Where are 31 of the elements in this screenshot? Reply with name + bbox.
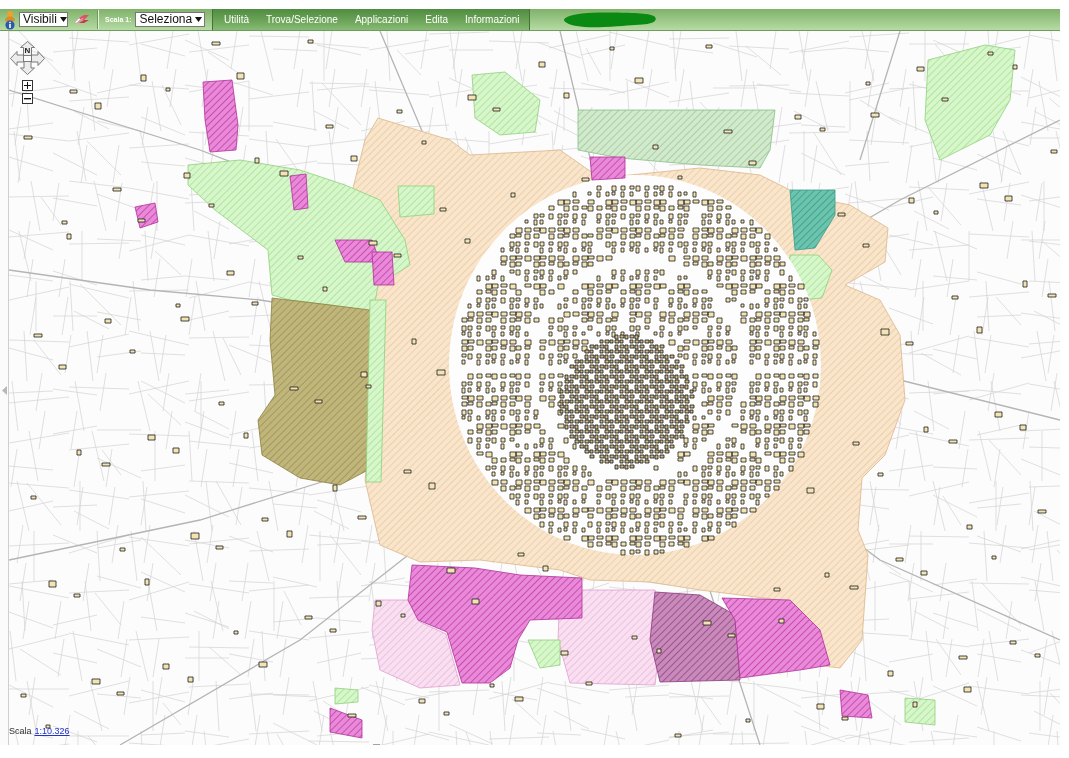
pan-south-button[interactable] [20,61,35,75]
zoom-in-button[interactable] [22,80,33,91]
arrow-down-icon [20,61,35,75]
arrow-right-icon [31,51,45,66]
caret-icon [59,17,67,22]
pan-west-button[interactable] [10,51,24,66]
open-space-zone [471,71,541,136]
eraser-icon [73,14,90,25]
open-space-zone [397,185,435,218]
scale-link[interactable]: 1:10.326 [34,726,70,737]
minus-icon [24,97,31,100]
industrial-zone [134,202,159,229]
eraser-button[interactable] [73,14,90,25]
industrial-zone [839,689,873,719]
facility-zone [789,189,836,251]
open-space-zone [904,697,936,726]
scale-caption: Scala [9,726,32,737]
open-space-zone [527,639,561,669]
layer-select[interactable]: Visibili [19,12,68,27]
plus-icon [24,82,31,89]
industrial-zone [329,707,363,739]
caret-icon [195,17,203,22]
zoom-out-button[interactable] [22,93,33,104]
user-info-icon[interactable] [4,9,16,30]
industrial-zone [289,173,309,211]
scale-select[interactable]: Seleziona [135,12,206,27]
pan-east-button[interactable] [31,51,45,66]
map-view[interactable]: N Scala 1:10.326 [9,31,1060,745]
industrial-zone [589,156,626,181]
arrow-left-icon [10,51,24,66]
open-space-zone [334,687,359,705]
